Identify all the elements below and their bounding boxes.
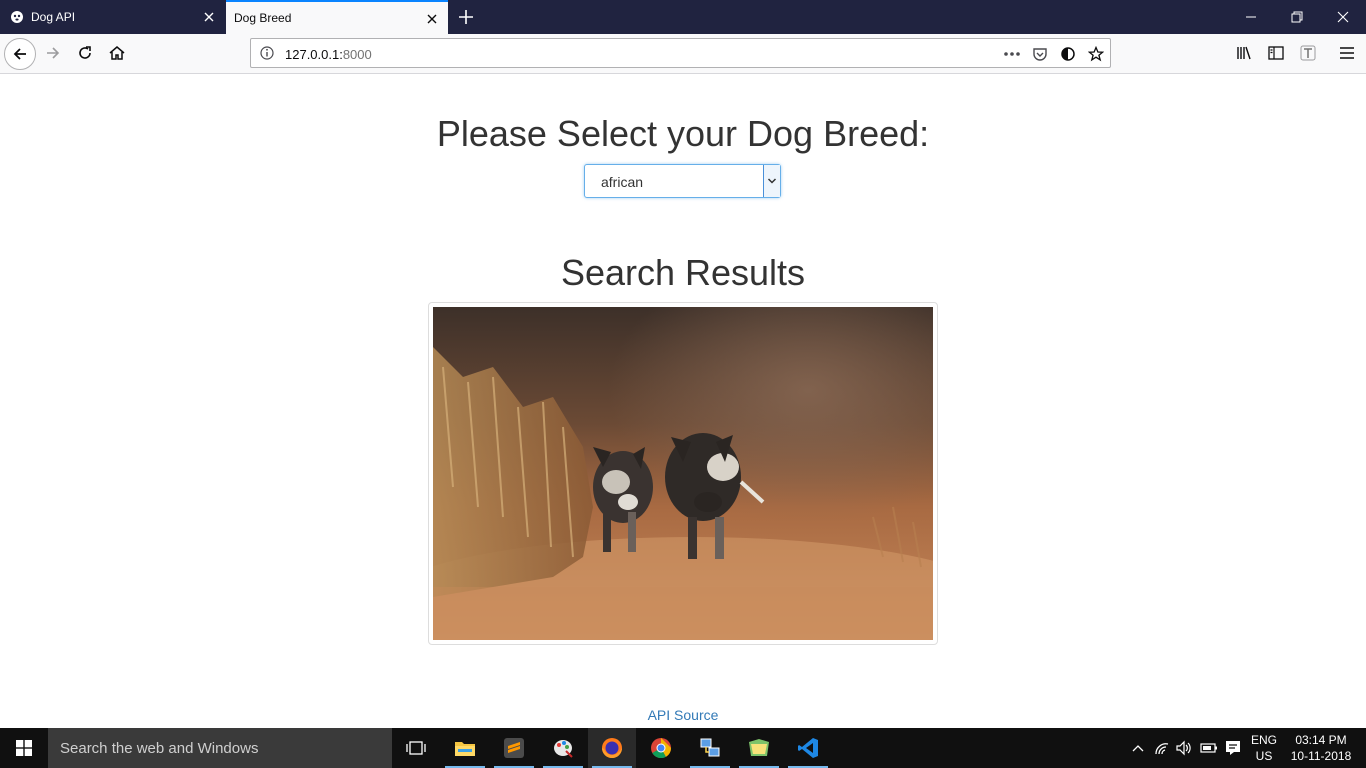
url-host: 127.0.0.1:: [285, 47, 343, 62]
tab-title: Dog Breed: [234, 11, 292, 25]
pocket-icon[interactable]: [1030, 44, 1050, 64]
task-view-icon[interactable]: [392, 728, 440, 768]
action-center-icon[interactable]: [1223, 738, 1243, 758]
vscode-icon[interactable]: [784, 728, 832, 768]
sublime-text-icon[interactable]: [490, 728, 538, 768]
language-indicator[interactable]: ENG US: [1248, 732, 1280, 764]
url-port: 8000: [342, 47, 372, 62]
back-arrow-icon[interactable]: [4, 38, 36, 70]
search-results-heading: Search Results: [560, 252, 806, 293]
chevron-up-icon[interactable]: [1128, 738, 1148, 758]
tab-dog-api[interactable]: Dog API: [0, 0, 225, 34]
region-code: US: [1255, 749, 1273, 763]
folder-icon[interactable]: [735, 728, 783, 768]
tracking-protection-icon[interactable]: [1058, 44, 1078, 64]
breed-select-value: african: [601, 174, 644, 190]
clock-date: 10-11-2018: [1290, 749, 1352, 763]
file-explorer-icon[interactable]: [441, 728, 489, 768]
african-wild-dogs-photo: [433, 307, 933, 640]
restore-icon[interactable]: [1274, 0, 1320, 34]
firefox-icon[interactable]: [588, 728, 636, 768]
hamburger-menu-icon[interactable]: [1332, 38, 1362, 68]
clock-time: 03:14 PM: [1295, 733, 1347, 747]
network-connection-icon[interactable]: [686, 728, 734, 768]
browser-titlebar: Dog API Dog Breed: [0, 0, 1366, 34]
sidebar-icon[interactable]: [1261, 38, 1291, 68]
breed-select-dropdown[interactable]: african: [584, 164, 781, 198]
reload-icon[interactable]: [70, 38, 100, 68]
wifi-icon[interactable]: [1153, 738, 1173, 758]
bookmark-star-icon[interactable]: [1086, 44, 1106, 64]
taskbar-search-placeholder: Search the web and Windows: [60, 740, 259, 757]
reader-extension-icon[interactable]: [1293, 38, 1323, 68]
tab-title: Dog API: [31, 10, 76, 24]
url-text[interactable]: 127.0.0.1:8000: [285, 47, 372, 62]
close-tab-icon[interactable]: [424, 11, 440, 27]
chrome-icon[interactable]: [637, 728, 685, 768]
forward-arrow-icon[interactable]: [38, 38, 68, 68]
navigation-toolbar: 127.0.0.1:8000: [0, 34, 1366, 74]
paint-icon[interactable]: [539, 728, 587, 768]
result-image-thumbnail: [428, 302, 938, 645]
library-icon[interactable]: [1229, 38, 1259, 68]
tab-dog-breed[interactable]: Dog Breed: [226, 0, 448, 34]
clock[interactable]: 03:14 PM 10-11-2018: [1286, 732, 1356, 764]
volume-icon[interactable]: [1174, 738, 1194, 758]
page-actions-icon[interactable]: [1002, 44, 1022, 64]
windows-taskbar: Search the web and Windows ENG US 03:14 …: [0, 728, 1366, 768]
address-bar[interactable]: 127.0.0.1:8000: [250, 38, 1111, 68]
select-breed-heading: Please Select your Dog Breed:: [436, 113, 930, 154]
windows-start-icon[interactable]: [0, 728, 48, 768]
language-code: ENG: [1250, 733, 1277, 747]
api-source-link[interactable]: API Source: [0, 707, 1366, 723]
taskbar-search-box[interactable]: Search the web and Windows: [48, 728, 392, 768]
chevron-down-icon[interactable]: [763, 165, 780, 197]
home-icon[interactable]: [102, 38, 132, 68]
dog-favicon-icon: [9, 9, 25, 25]
new-tab-icon[interactable]: [454, 5, 478, 29]
page-content: Please Select your Dog Breed: african Se…: [0, 75, 1366, 728]
close-tab-icon[interactable]: [201, 9, 217, 25]
close-window-icon[interactable]: [1320, 0, 1366, 34]
battery-icon[interactable]: [1199, 738, 1219, 758]
info-icon[interactable]: [259, 45, 275, 61]
minimize-icon[interactable]: [1228, 0, 1274, 34]
